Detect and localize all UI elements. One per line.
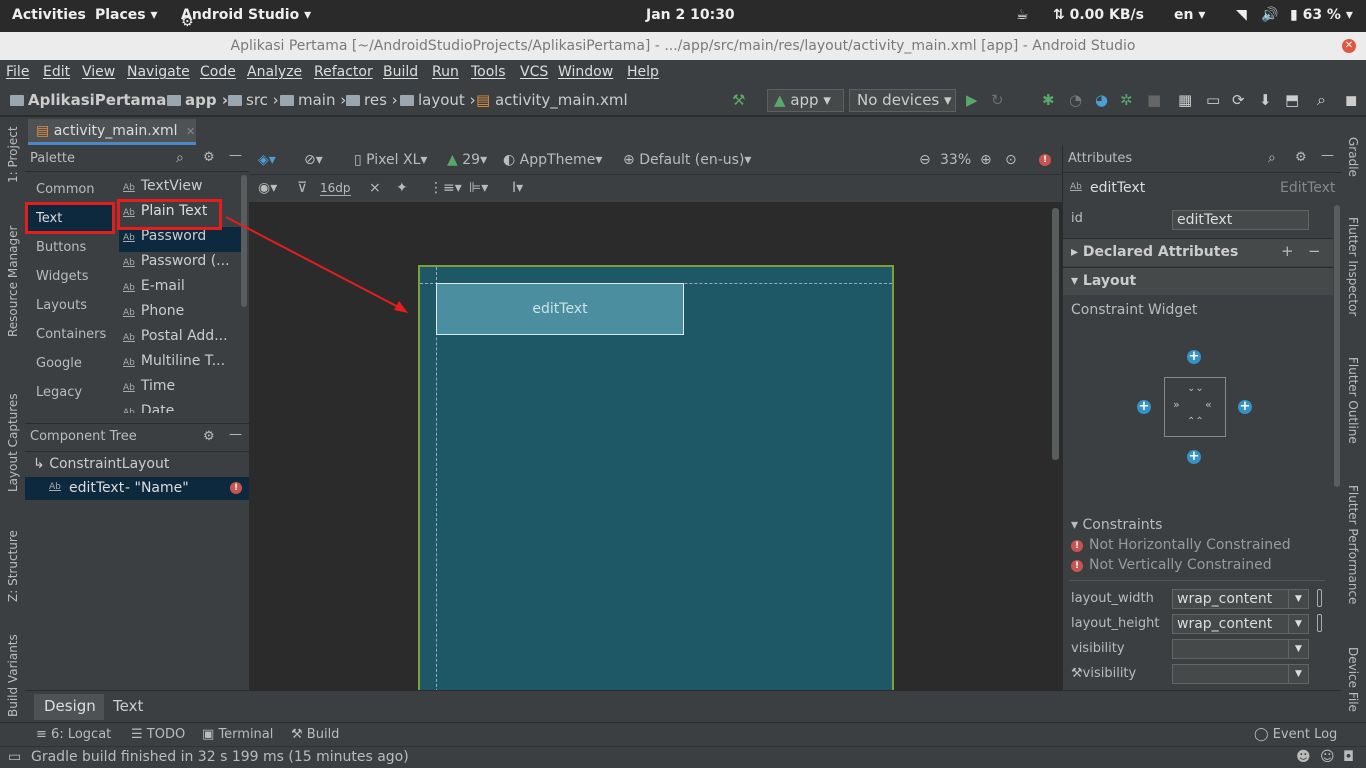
layout-height-select[interactable]: wrap_content ▼ xyxy=(1172,614,1309,634)
logcat-tool-button[interactable]: ≡ 6: Logcat xyxy=(36,727,111,742)
id-field[interactable]: editText xyxy=(1172,210,1309,230)
add-left-constraint-icon[interactable]: + xyxy=(1137,400,1151,414)
tools-visibility-select[interactable]: ▼ xyxy=(1172,664,1309,684)
constraint-widget-box: ⌄⌄ » « ⌃⌃ xyxy=(1164,377,1226,437)
layout-width-label: layout_width xyxy=(1071,591,1154,606)
resource-picker-icon[interactable] xyxy=(1317,614,1322,632)
feedback-icon[interactable]: ☻ xyxy=(1296,749,1311,765)
remove-attribute-icon[interactable]: − xyxy=(1308,242,1321,260)
component-name: editText xyxy=(1090,180,1146,196)
status-toggle-icon[interactable]: ▭ xyxy=(8,749,21,765)
chevron-right-icon: » xyxy=(1173,398,1180,411)
tab-text[interactable]: Text xyxy=(113,697,143,715)
tab-design[interactable]: Design xyxy=(34,694,104,720)
layout-height-label: layout_height xyxy=(1071,616,1160,631)
attributes-scrollbar[interactable] xyxy=(1334,205,1340,487)
logcat-icon: ≡ xyxy=(36,727,47,742)
gear-icon[interactable]: ⚙ xyxy=(1295,150,1307,165)
minimize-icon[interactable]: — xyxy=(1321,148,1334,163)
dropdown-icon: ▼ xyxy=(1288,615,1308,633)
list-icon: ☰ xyxy=(131,727,143,742)
component-type: EditText xyxy=(1280,180,1336,196)
hammer-icon: ⚒ xyxy=(291,727,303,742)
id-label: id xyxy=(1071,211,1083,226)
constraint-widget-label: Constraint Widget xyxy=(1071,302,1198,318)
status-bar: ▭ Gradle build finished in 32 s 199 ms (… xyxy=(0,746,1366,768)
dropdown-icon: ▼ xyxy=(1288,640,1308,658)
error-icon: ! xyxy=(1071,560,1083,572)
chevron-left-icon: « xyxy=(1205,398,1212,411)
divider xyxy=(1063,172,1342,173)
search-icon[interactable]: ⌕ xyxy=(1268,150,1276,166)
editor-mode-tabs: Design Text xyxy=(25,690,1341,722)
terminal-tool-button[interactable]: ▣ Terminal xyxy=(202,727,273,742)
chevron-down-icon: ⌄⌄ xyxy=(1187,383,1204,394)
chevron-up-icon: ⌃⌃ xyxy=(1187,416,1204,427)
dropdown-icon: ▼ xyxy=(1288,590,1308,608)
notification-icon[interactable]: ☺ xyxy=(1320,749,1335,765)
edittext-icon: Ab xyxy=(1070,182,1082,192)
build-tool-button[interactable]: ⚒ Build xyxy=(291,727,339,742)
error-icon: ! xyxy=(1071,540,1083,552)
layout-width-select[interactable]: wrap_content ▼ xyxy=(1172,589,1309,609)
add-bottom-constraint-icon[interactable]: + xyxy=(1187,450,1201,464)
resource-picker-icon[interactable] xyxy=(1317,589,1322,607)
constraint-error-horizontal: ! Not Horizontally Constrained xyxy=(1071,537,1291,553)
constraints-section[interactable]: ▾ Constraints xyxy=(1071,517,1162,533)
add-top-constraint-icon[interactable]: + xyxy=(1187,350,1201,364)
layout-section[interactable]: ▾ Layout xyxy=(1063,267,1333,295)
status-message: Gradle build finished in 32 s 199 ms (15… xyxy=(31,749,409,765)
terminal-icon: ▣ xyxy=(202,727,215,742)
visibility-select[interactable]: ▼ xyxy=(1172,639,1309,659)
attributes-panel: Attributes ⌕ ⚙ — Ab editText EditText id… xyxy=(1062,145,1342,690)
event-log-button[interactable]: ◯ Event Log xyxy=(1254,727,1337,742)
tools-visibility-label: ⚒visibility xyxy=(1071,666,1137,681)
layout-section-label: ▾ Layout xyxy=(1071,273,1137,289)
tool-window-bar: ≡ 6: Logcat ☰ TODO ▣ Terminal ⚒ Build ◯ … xyxy=(0,722,1366,746)
declared-attributes-section[interactable]: ▸ Declared Attributes + − xyxy=(1063,238,1333,266)
attributes-title: Attributes xyxy=(1068,151,1133,166)
constraint-error-vertical: ! Not Vertically Constrained xyxy=(1071,557,1272,573)
dropdown-icon: ▼ xyxy=(1288,665,1308,683)
visibility-label: visibility xyxy=(1071,641,1125,656)
declared-attributes-label: ▸ Declared Attributes xyxy=(1071,244,1239,260)
todo-tool-button[interactable]: ☰ TODO xyxy=(131,727,185,742)
wrench-icon: ⚒ xyxy=(1071,666,1083,681)
event-log-icon: ◯ xyxy=(1254,727,1269,742)
memory-icon[interactable]: ◘ xyxy=(1343,749,1354,765)
divider xyxy=(1069,580,1325,581)
add-attribute-icon[interactable]: + xyxy=(1281,242,1294,260)
add-right-constraint-icon[interactable]: + xyxy=(1238,400,1252,414)
